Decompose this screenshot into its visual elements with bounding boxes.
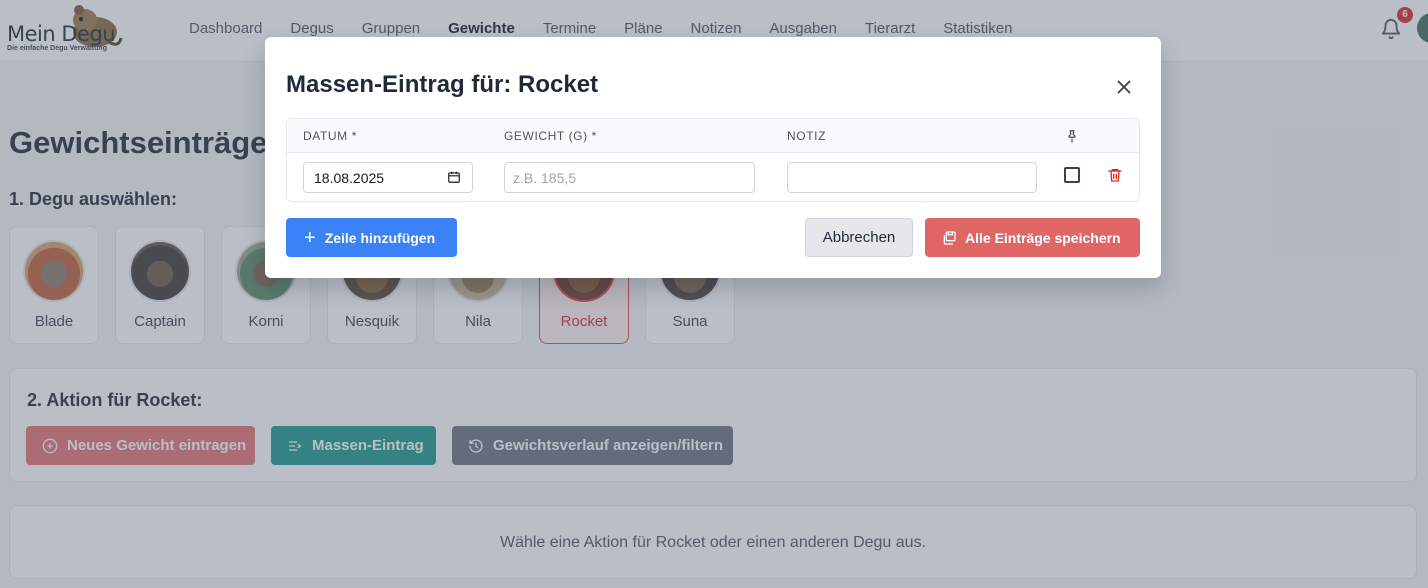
close-icon[interactable] bbox=[1113, 76, 1135, 98]
date-value: 18.08.2025 bbox=[314, 169, 385, 186]
column-note: NOTIZ bbox=[787, 129, 826, 143]
cancel-button[interactable]: Abbrechen bbox=[805, 218, 913, 257]
save-all-button[interactable]: Alle Einträge speichern bbox=[925, 218, 1140, 257]
add-row-button[interactable]: + Zeile hinzufügen bbox=[286, 218, 457, 257]
weight-input[interactable] bbox=[504, 162, 755, 193]
entries-table: DATUM * GEWICHT (G) * NOTIZ 18.08.2025 bbox=[286, 118, 1140, 202]
bulk-entry-modal: Massen-Eintrag für: Rocket DATUM * GEWIC… bbox=[265, 37, 1161, 278]
pin-checkbox[interactable] bbox=[1064, 167, 1080, 183]
calendar-icon[interactable] bbox=[447, 170, 461, 184]
save-copy-icon bbox=[943, 230, 956, 245]
trash-icon[interactable] bbox=[1107, 167, 1123, 183]
plus-icon: + bbox=[304, 226, 316, 249]
add-row-label: Zeile hinzufügen bbox=[324, 229, 436, 246]
column-date: DATUM * bbox=[303, 129, 357, 143]
save-all-label: Alle Einträge speichern bbox=[965, 229, 1121, 246]
column-weight: GEWICHT (G) * bbox=[504, 129, 597, 143]
note-input[interactable] bbox=[787, 162, 1037, 193]
date-input[interactable]: 18.08.2025 bbox=[303, 162, 473, 193]
pin-icon bbox=[1068, 130, 1076, 143]
table-header: DATUM * GEWICHT (G) * NOTIZ bbox=[287, 119, 1139, 153]
modal-title: Massen-Eintrag für: Rocket bbox=[286, 71, 599, 98]
